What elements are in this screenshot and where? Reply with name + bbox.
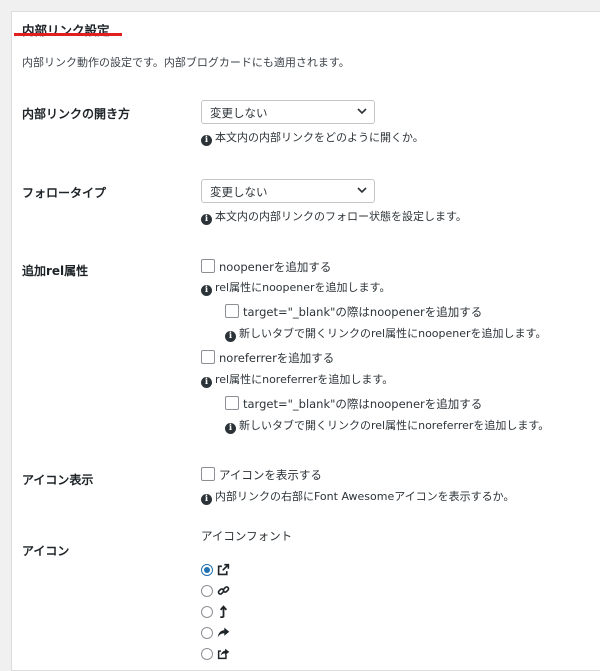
noreferrer-help: i rel属性にnoreferrerを追加します。 xyxy=(201,371,393,388)
link-open-select[interactable]: 変更しない xyxy=(201,100,375,124)
checkbox-box[interactable] xyxy=(201,350,215,364)
checkbox-box[interactable] xyxy=(201,467,215,481)
radio-button[interactable] xyxy=(201,648,213,660)
follow-type-select-value: 変更しない xyxy=(210,185,268,199)
icon-display-help: i 内部リンクの右部にFont Awesomeアイコンを表示するか。 xyxy=(201,488,514,505)
link-open-label: 内部リンクの開き方 xyxy=(22,107,131,121)
section-description: 内部リンク動作の設定です。内部ブログカードにも適用されます。 xyxy=(22,56,350,69)
noreferrer-blank-checkbox[interactable]: target="_blank"の際はnoopenerを追加する xyxy=(225,396,482,412)
icon-display-label: アイコン表示 xyxy=(22,473,94,487)
icon-display-checkbox[interactable]: アイコンを表示する xyxy=(201,467,322,483)
noreferrer-blank-help: i 新しいタブで開くリンクのrel属性にnoreferrerを追加します。 xyxy=(225,417,549,434)
info-icon: i xyxy=(201,494,212,505)
radio-button[interactable] xyxy=(201,606,213,618)
rel-label: 追加rel属性 xyxy=(22,264,89,278)
icon-label: アイコン xyxy=(22,544,70,558)
noopener-help: i rel属性にnoopenerを追加します。 xyxy=(201,279,390,296)
info-icon: i xyxy=(225,331,236,342)
radio-button[interactable] xyxy=(201,564,213,576)
info-icon: i xyxy=(201,285,212,296)
checkbox-box[interactable] xyxy=(225,304,239,318)
follow-type-label: フォロータイプ xyxy=(22,186,107,200)
external-link-icon xyxy=(217,563,230,576)
title-underline xyxy=(14,33,122,36)
info-icon: i xyxy=(225,423,236,434)
info-icon: i xyxy=(201,135,212,146)
checkbox-box[interactable] xyxy=(225,396,239,410)
radio-button[interactable] xyxy=(201,627,213,639)
level-up-icon xyxy=(219,605,228,618)
noopener-blank-help: i 新しいタブで開くリンクのrel属性にnoopenerを追加します。 xyxy=(225,325,546,342)
follow-type-select[interactable]: 変更しない xyxy=(201,179,375,203)
checkbox-box[interactable] xyxy=(201,259,215,273)
info-icon: i xyxy=(201,214,212,225)
section-title: 内部リンク設定 xyxy=(22,23,110,38)
noopener-blank-checkbox[interactable]: target="_blank"の際はnoopenerを追加する xyxy=(225,304,482,320)
follow-type-help: i 本文内の内部リンクのフォロー状態を設定します。 xyxy=(201,208,467,225)
chevron-down-icon xyxy=(357,187,367,194)
info-icon: i xyxy=(201,377,212,388)
share-arrow-icon xyxy=(217,627,230,638)
link-icon xyxy=(217,586,230,595)
link-open-help: i 本文内の内部リンクをどのように開くか。 xyxy=(201,129,424,146)
radio-button[interactable] xyxy=(201,585,213,597)
icon-font-sublabel: アイコンフォント xyxy=(201,529,293,543)
share-square-icon xyxy=(217,648,230,660)
link-open-select-value: 変更しない xyxy=(210,106,268,120)
noreferrer-checkbox[interactable]: noreferrerを追加する xyxy=(201,350,334,366)
chevron-down-icon xyxy=(357,108,367,115)
noopener-checkbox[interactable]: noopenerを追加する xyxy=(201,259,331,275)
